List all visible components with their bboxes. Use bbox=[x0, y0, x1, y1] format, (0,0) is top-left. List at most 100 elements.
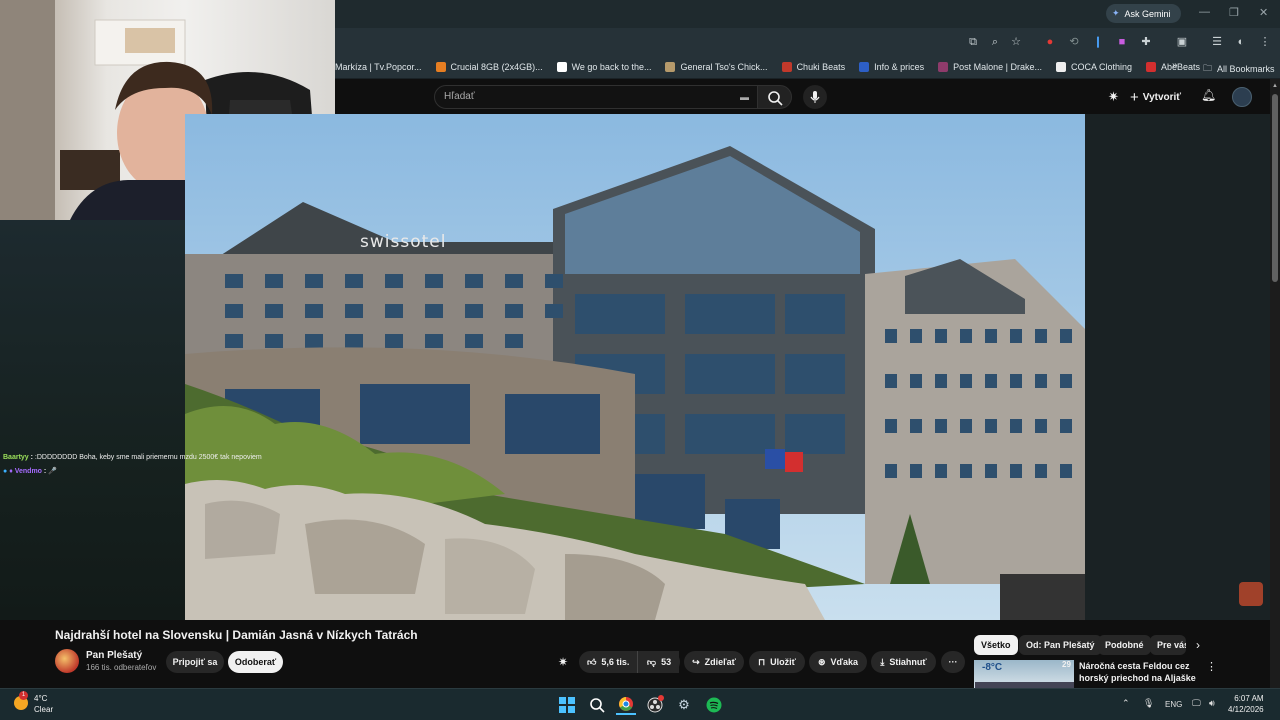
chip-for-you[interactable]: Pre vás bbox=[1150, 635, 1186, 655]
subscribe-button[interactable]: Odoberať bbox=[228, 651, 283, 673]
bookmark-item[interactable]: General Tso's Chick... bbox=[665, 61, 768, 72]
microphone-icon bbox=[810, 91, 820, 103]
bookmark-label: Chuki Beats bbox=[796, 61, 846, 72]
floating-avatar-thumbnail[interactable] bbox=[1239, 582, 1263, 606]
notifications-bell-icon[interactable]: 🔔︎ bbox=[1201, 88, 1216, 102]
weather-widget[interactable]: 4°C Clear bbox=[34, 693, 53, 715]
page-background-right bbox=[1085, 114, 1270, 620]
steam-taskbar-icon[interactable]: ⚙ bbox=[674, 695, 694, 715]
subscriber-count: 166 tis. odberateľov bbox=[86, 663, 157, 672]
chrome-taskbar-icon[interactable] bbox=[616, 695, 636, 715]
taskbar-search-icon[interactable] bbox=[587, 695, 607, 715]
extension-red-icon[interactable]: ● bbox=[1043, 35, 1057, 49]
bookmark-star-icon[interactable]: ☆ bbox=[1009, 35, 1023, 49]
chip-label: Všetko bbox=[981, 640, 1011, 650]
bookmark-favicon-icon bbox=[1146, 61, 1157, 72]
bookmark-item[interactable]: Info & prices bbox=[859, 61, 924, 72]
chat-message: ● ♦ Vendmo : 🎤 bbox=[3, 468, 57, 475]
extension-gray-icon[interactable]: ⟲ bbox=[1067, 35, 1081, 49]
create-button[interactable]: + Vytvoriť bbox=[1130, 87, 1181, 107]
start-icon[interactable] bbox=[557, 695, 577, 715]
network-icon[interactable]: 🖵 bbox=[1192, 698, 1201, 709]
thanks-icon: ⊛ bbox=[817, 656, 826, 667]
spotify-taskbar-icon[interactable] bbox=[704, 695, 724, 715]
maximize-icon[interactable]: ❐ bbox=[1229, 6, 1239, 19]
bookmark-favicon-icon bbox=[938, 61, 949, 72]
thanks-button[interactable]: ⊛ Vďaka bbox=[809, 651, 867, 673]
recommendation-thumbnail[interactable]: -8°C bbox=[974, 660, 1074, 688]
close-icon[interactable]: ✕ bbox=[1259, 6, 1268, 19]
extensions-puzzle-icon[interactable]: ✚ bbox=[1139, 35, 1153, 49]
chip-related[interactable]: Podobné bbox=[1098, 635, 1151, 655]
system-clock[interactable]: 6:07 AM 4/12/2026 bbox=[1228, 693, 1264, 715]
bookmark-item[interactable]: COCA Clothing bbox=[1056, 61, 1132, 72]
tray-overflow-icon[interactable]: ⌃ bbox=[1122, 698, 1130, 709]
chat-message: Baartyy : :DDDDDDDD Boha, keby sme mali … bbox=[3, 454, 262, 461]
zoom-icon[interactable]: ⌕ bbox=[988, 35, 1002, 49]
folder-icon: 🗀 bbox=[1203, 63, 1213, 73]
keyboard-icon[interactable]: ▬ bbox=[740, 86, 749, 108]
bookmark-favicon-icon bbox=[859, 61, 870, 72]
language-indicator[interactable]: ENG bbox=[1165, 700, 1182, 709]
chat-badge-icon: ♦ bbox=[9, 468, 13, 475]
extension-blue-icon[interactable]: ❙ bbox=[1091, 35, 1105, 49]
ask-gemini-label: Ask Gemini bbox=[1124, 8, 1171, 19]
bookmark-label: General Tso's Chick... bbox=[680, 61, 768, 72]
tab-search-icon[interactable]: ▣ bbox=[1175, 35, 1189, 49]
ask-gemini-button[interactable]: ✦ Ask Gemini bbox=[1106, 4, 1181, 23]
bookmark-label: Markíza | Tv.Popcor... bbox=[335, 61, 422, 72]
windows-logo-icon bbox=[559, 697, 575, 713]
scrollbar-thumb[interactable] bbox=[1272, 94, 1278, 282]
reading-list-icon[interactable]: ☰ bbox=[1210, 35, 1224, 49]
profile-avatar-icon[interactable]: ◐ bbox=[1234, 35, 1248, 49]
search-placeholder: Hľadať bbox=[444, 91, 475, 102]
bookmark-item[interactable]: Crucial 8GB (2x4GB)... bbox=[435, 61, 543, 72]
hotel-sign: swissotel bbox=[360, 232, 447, 252]
share-button[interactable]: ↪ Zdieľať bbox=[684, 651, 744, 673]
voice-search-button[interactable] bbox=[803, 85, 827, 109]
download-button[interactable]: ⤓ Stiahnuť bbox=[871, 651, 936, 673]
chevron-right-icon[interactable]: › bbox=[1196, 638, 1200, 652]
video-player[interactable]: swissotel bbox=[185, 114, 1085, 620]
chrome-icon bbox=[619, 697, 633, 711]
channel-name[interactable]: Pan Plešatý bbox=[86, 650, 142, 661]
all-bookmarks-button[interactable]: 🗀 All Bookmarks bbox=[1203, 61, 1275, 77]
bookmark-item[interactable]: We go back to the... bbox=[556, 61, 651, 72]
ai-sparkle-icon[interactable]: ✷ bbox=[1108, 89, 1119, 105]
extension-purple-icon[interactable]: ■ bbox=[1115, 35, 1129, 49]
ai-sparkle-icon[interactable]: ✷ bbox=[558, 655, 568, 669]
subscribe-label: Odoberať bbox=[234, 657, 277, 667]
steam-icon: ⚙ bbox=[678, 697, 690, 712]
tray-microphone-icon[interactable]: 🎙︎ bbox=[1143, 698, 1154, 709]
browser-menu-icon[interactable]: ⋮ bbox=[1258, 35, 1272, 49]
install-app-icon[interactable]: ⧉ bbox=[966, 35, 980, 49]
search-icon bbox=[768, 91, 783, 106]
account-avatar[interactable] bbox=[1232, 87, 1252, 107]
search-button[interactable] bbox=[757, 85, 792, 109]
bookmark-favicon-icon bbox=[556, 61, 567, 72]
weather-badge: 1 bbox=[19, 691, 28, 700]
more-actions-button[interactable]: ··· bbox=[941, 651, 965, 673]
windows-taskbar bbox=[0, 688, 1280, 720]
minimize-icon[interactable]: — bbox=[1199, 6, 1210, 18]
more-bookmarks-icon[interactable]: » bbox=[1172, 60, 1178, 71]
recommendation-menu-icon[interactable]: ⋮ bbox=[1206, 660, 1217, 673]
save-button[interactable]: ⊓ Uložiť bbox=[749, 651, 805, 673]
channel-avatar[interactable] bbox=[55, 649, 79, 673]
bookmark-item[interactable]: Markíza | Tv.Popcor... bbox=[335, 62, 422, 72]
join-button[interactable]: Pripojiť sa bbox=[166, 651, 224, 673]
chip-all[interactable]: Všetko bbox=[974, 635, 1018, 655]
share-label: Zdieľať bbox=[704, 657, 736, 667]
chip-from-channel[interactable]: Od: Pan Plešatý bbox=[1019, 635, 1102, 655]
scroll-up-icon[interactable]: ▲ bbox=[1272, 83, 1278, 89]
bookmark-item[interactable]: Post Malone | Drake... bbox=[938, 61, 1042, 72]
bookmark-list: Markíza | Tv.Popcor... Crucial 8GB (2x4GB… bbox=[335, 61, 1214, 72]
bookmark-favicon-icon bbox=[781, 61, 792, 72]
dislike-button[interactable]: 👎︎ 53 bbox=[637, 651, 680, 673]
chip-label: Pre vás bbox=[1157, 640, 1186, 650]
create-label: Vytvoriť bbox=[1142, 91, 1182, 103]
bookmark-item[interactable]: Chuki Beats bbox=[781, 61, 846, 72]
search-input[interactable]: Hľadať ▬ bbox=[434, 85, 758, 109]
volume-icon[interactable]: 🔊︎ bbox=[1209, 698, 1215, 709]
stream-background bbox=[0, 220, 185, 620]
